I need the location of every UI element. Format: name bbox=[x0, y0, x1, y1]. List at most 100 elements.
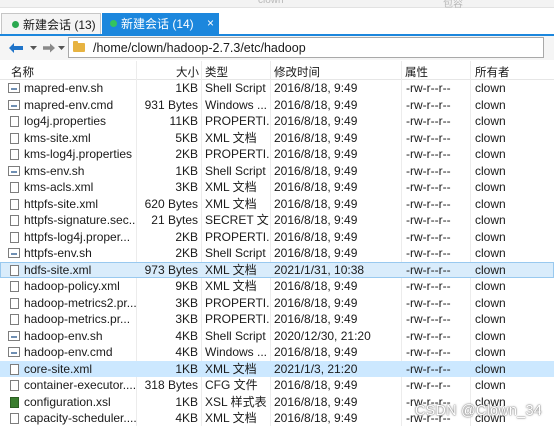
table-row[interactable]: core-site.xml 1KB XML 文档 2021/1/3, 21:20 -rw… bbox=[0, 360, 554, 377]
table-row[interactable]: container-executor.... 318 Bytes CFG 文件 201… bbox=[0, 377, 554, 394]
file-size: 9KB bbox=[175, 279, 198, 293]
file-permissions: -rw-r--r-- bbox=[406, 345, 451, 359]
document-icon bbox=[8, 116, 20, 127]
file-size: 1KB bbox=[175, 394, 198, 409]
column-header-owner[interactable]: 所有者 bbox=[475, 64, 510, 80]
file-size: 21 Bytes bbox=[151, 213, 198, 227]
table-row[interactable]: httpfs-site.xml 620 Bytes XML 文档 2016/8/18,… bbox=[0, 196, 554, 213]
file-type: XML 文档 bbox=[205, 180, 257, 194]
table-row[interactable]: mapred-env.sh 1KB Shell Script 2016/8/18, 9… bbox=[0, 80, 554, 97]
file-type: PROPERTI... bbox=[205, 229, 269, 244]
column-header-name[interactable]: 名称 bbox=[11, 64, 34, 80]
document-icon bbox=[8, 380, 20, 391]
file-permissions: -rw-r--r-- bbox=[406, 97, 451, 112]
file-type: Shell Script bbox=[205, 328, 266, 343]
column-header-modified[interactable]: 修改时间 bbox=[274, 64, 320, 80]
document-icon bbox=[8, 281, 20, 292]
file-owner: clown bbox=[475, 163, 506, 178]
path-input[interactable]: /home/clown/hadoop-2.7.3/etc/hadoop bbox=[68, 37, 544, 58]
file-modified: 2016/8/18, 9:49 bbox=[274, 411, 358, 425]
file-owner: clown bbox=[475, 147, 506, 161]
document-icon bbox=[8, 363, 20, 375]
file-name: httpfs-site.xml bbox=[24, 196, 99, 211]
file-permissions: -rw-r--r-- bbox=[406, 213, 451, 227]
tab-session-13[interactable]: 新建会话 (13) bbox=[1, 13, 101, 34]
table-row[interactable]: hadoop-env.sh 4KB Shell Script 2020/12/30, … bbox=[0, 328, 554, 345]
file-permissions: -rw-r--r-- bbox=[406, 196, 451, 211]
file-name: kms-env.sh bbox=[24, 163, 85, 178]
file-modified: 2016/8/18, 9:49 bbox=[274, 229, 358, 244]
file-type: Windows ... bbox=[205, 97, 268, 112]
table-row[interactable]: kms-acls.xml 3KB XML 文档 2016/8/18, 9:49 -rw-… bbox=[0, 179, 554, 196]
status-dot-icon bbox=[110, 20, 117, 27]
table-row[interactable]: hadoop-env.cmd 4KB Windows ... 2016/8/18, 9… bbox=[0, 344, 554, 361]
file-size: 4KB bbox=[175, 345, 198, 359]
file-modified: 2020/12/30, 21:20 bbox=[274, 328, 371, 343]
file-owner: clown bbox=[475, 196, 506, 211]
file-permissions: -rw-r--r-- bbox=[406, 114, 451, 128]
table-row[interactable]: httpfs-signature.sec... 21 Bytes SECRET 文.… bbox=[0, 212, 554, 229]
document-icon bbox=[8, 132, 20, 144]
column-header-permissions[interactable]: 属性 bbox=[405, 64, 428, 80]
file-name: kms-acls.xml bbox=[24, 180, 94, 194]
table-row[interactable]: mapred-env.cmd 931 Bytes Windows ... 2016/8… bbox=[0, 97, 554, 114]
file-type: XML 文档 bbox=[205, 196, 257, 211]
file-owner: clown bbox=[475, 378, 506, 392]
file-name: configuration.xsl bbox=[24, 394, 111, 409]
column-header-size[interactable]: 大小 bbox=[176, 64, 199, 80]
table-row[interactable]: kms-site.xml 5KB XML 文档 2016/8/18, 9:49 -rw-… bbox=[0, 130, 554, 147]
file-permissions: -rw-r--r-- bbox=[406, 81, 451, 95]
file-size: 1KB bbox=[175, 163, 198, 178]
chevron-down-icon[interactable] bbox=[28, 39, 38, 57]
file-permissions: -rw-r--r-- bbox=[406, 295, 451, 310]
table-row[interactable]: kms-log4j.properties 2KB PROPERTI... 2016/8… bbox=[0, 146, 554, 163]
table-row[interactable]: hadoop-policy.xml 9KB XML 文档 2016/8/18, 9:4… bbox=[0, 278, 554, 295]
file-modified: 2016/8/18, 9:49 bbox=[274, 378, 358, 392]
file-owner: clown bbox=[475, 213, 506, 227]
file-name: capacity-scheduler.... bbox=[24, 411, 136, 425]
file-permissions: -rw-r--r-- bbox=[406, 246, 451, 260]
file-size: 973 Bytes bbox=[144, 262, 198, 277]
back-arrow-icon[interactable] bbox=[6, 39, 26, 57]
file-size: 5KB bbox=[175, 130, 198, 145]
file-size: 2KB bbox=[175, 246, 198, 260]
script-icon bbox=[8, 165, 20, 177]
file-modified: 2016/8/18, 9:49 bbox=[274, 196, 358, 211]
table-row[interactable]: hadoop-metrics2.pr... 3KB PROPERTI... 2016/… bbox=[0, 295, 554, 312]
table-row[interactable]: httpfs-env.sh 2KB Shell Script 2016/8/18, 9… bbox=[0, 245, 554, 262]
file-size: 3KB bbox=[175, 180, 198, 194]
watermark: CSDN @Clown_34 bbox=[414, 403, 542, 419]
faint-text-1: clown bbox=[258, 0, 284, 6]
file-modified: 2021/1/31, 10:38 bbox=[274, 262, 365, 277]
file-owner: clown bbox=[475, 345, 506, 359]
tab-session-14[interactable]: 新建会话 (14) × bbox=[102, 13, 219, 34]
file-permissions: -rw-r--r-- bbox=[406, 229, 451, 244]
document-icon bbox=[8, 149, 20, 160]
forward-arrow-icon[interactable] bbox=[40, 39, 58, 57]
document-icon bbox=[8, 297, 20, 309]
file-permissions: -rw-r--r-- bbox=[406, 312, 451, 326]
document-icon bbox=[8, 231, 20, 243]
file-name: kms-site.xml bbox=[24, 130, 91, 145]
table-row[interactable]: kms-env.sh 1KB Shell Script 2016/8/18, 9:49… bbox=[0, 163, 554, 180]
file-modified: 2016/8/18, 9:49 bbox=[274, 295, 358, 310]
file-list: mapred-env.sh 1KB Shell Script 2016/8/18, 9… bbox=[0, 80, 554, 427]
file-modified: 2016/8/18, 9:49 bbox=[274, 97, 358, 112]
close-icon[interactable]: × bbox=[207, 16, 214, 30]
table-row[interactable]: hdfs-site.xml 973 Bytes XML 文档 2021/1/31, 1… bbox=[0, 261, 554, 278]
table-row[interactable]: httpfs-log4j.proper... 2KB PROPERTI... 2016… bbox=[0, 229, 554, 246]
file-modified: 2016/8/18, 9:49 bbox=[274, 180, 358, 194]
file-size: 11KB bbox=[169, 114, 198, 128]
file-owner: clown bbox=[475, 328, 506, 343]
file-name: httpfs-log4j.proper... bbox=[24, 229, 131, 244]
column-header-type[interactable]: 类型 bbox=[205, 64, 228, 80]
chevron-down-icon[interactable] bbox=[57, 39, 66, 57]
tab-label: 新建会话 (13) bbox=[23, 17, 96, 32]
file-name: hdfs-site.xml bbox=[24, 262, 92, 277]
file-name: container-executor.... bbox=[24, 378, 136, 392]
file-type: CFG 文件 bbox=[205, 378, 258, 392]
file-permissions: -rw-r--r-- bbox=[406, 279, 451, 293]
table-row[interactable]: log4j.properties 11KB PROPERTI... 2016/8/18… bbox=[0, 113, 554, 130]
table-row[interactable]: hadoop-metrics.pr... 3KB PROPERTI... 2016/8… bbox=[0, 311, 554, 328]
top-strip: clown 包容 bbox=[0, 0, 554, 10]
